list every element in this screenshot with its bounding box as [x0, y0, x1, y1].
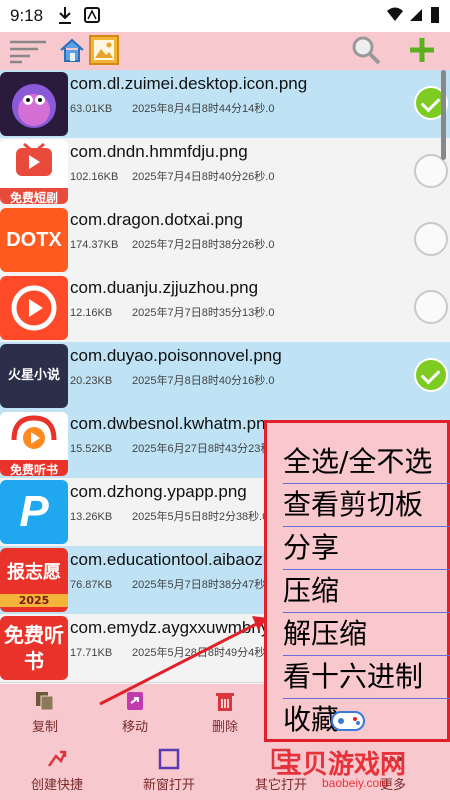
menu-item-hex-view[interactable]: 看十六进制	[283, 656, 450, 699]
watermark-url: baobeiy.com	[322, 776, 390, 790]
menu-item-share[interactable]: 分享	[283, 527, 450, 570]
menu-item-select-all[interactable]: 全选/全不选	[283, 441, 450, 484]
menu-item-favorite[interactable]: 收藏	[283, 699, 450, 741]
menu-item-view-clipboard[interactable]: 查看剪切板	[283, 484, 450, 527]
gamepad-icon	[331, 711, 365, 731]
context-menu: 全选/全不选 查看剪切板 分享 压缩 解压缩 看十六进制 收藏	[264, 420, 450, 742]
menu-item-compress[interactable]: 压缩	[283, 570, 450, 613]
menu-item-decompress[interactable]: 解压缩	[283, 613, 450, 656]
